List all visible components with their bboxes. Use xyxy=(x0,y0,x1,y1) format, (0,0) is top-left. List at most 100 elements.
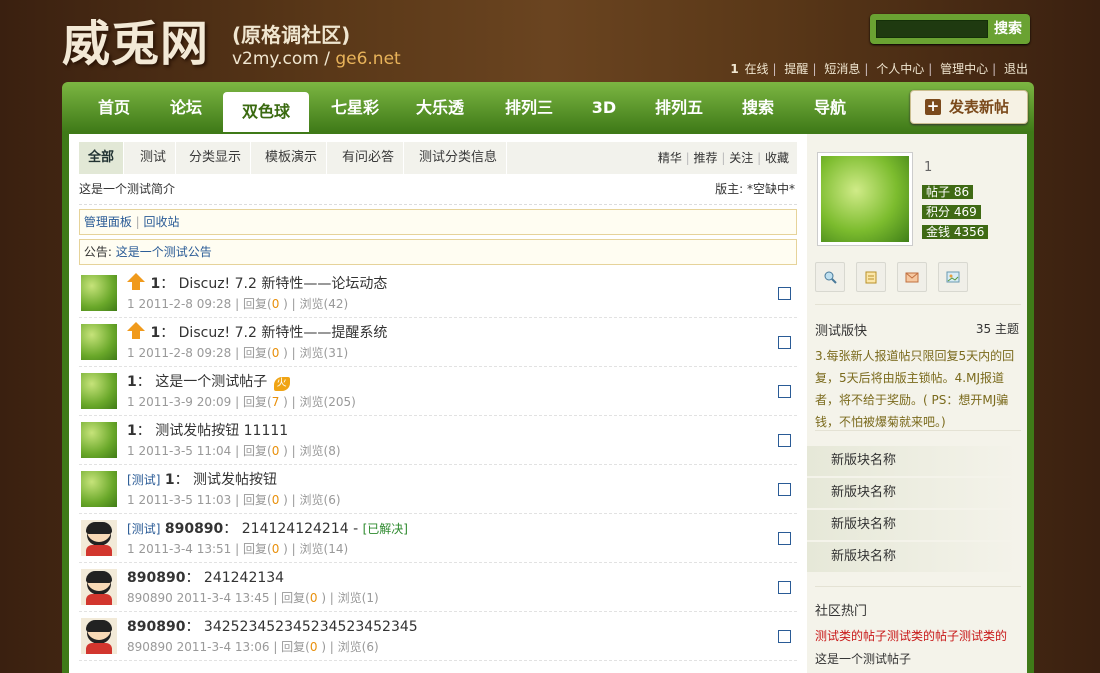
view-label: 浏览( xyxy=(299,444,329,458)
messages-link[interactable]: 短消息 xyxy=(824,62,860,76)
message-button[interactable] xyxy=(897,262,927,292)
thread-title[interactable]: 这是一个测试帖子 xyxy=(155,374,267,390)
hot-item[interactable]: 测试类的帖子测试类的帖子测试类的 xyxy=(815,627,1021,644)
nav-item-qixingcai[interactable]: 七星彩 xyxy=(320,82,390,132)
avatar[interactable] xyxy=(81,275,117,311)
filter-recommend[interactable]: 推荐 xyxy=(694,151,718,165)
thread-checkbox[interactable] xyxy=(778,483,791,496)
thread-title[interactable]: 214124124214 xyxy=(242,521,349,537)
forum-description-text: 这是一个测试简介 xyxy=(79,182,176,196)
nav-item-guide[interactable]: 导航 xyxy=(804,82,856,132)
filter-follow[interactable]: 关注 xyxy=(729,151,753,165)
nav-item-forum[interactable]: 论坛 xyxy=(156,82,216,132)
forum-description: 这是一个测试简介 版主: *空缺中* xyxy=(79,180,797,205)
nav-item-3d[interactable]: 3D xyxy=(584,82,624,132)
thread-checkbox[interactable] xyxy=(778,581,791,594)
admin-bar: 管理面板 | 回收站 xyxy=(79,209,797,235)
announcement-link[interactable]: 这是一个测试公告 xyxy=(116,245,212,259)
avatar[interactable] xyxy=(81,422,117,458)
online-count: 1 xyxy=(730,62,739,76)
search-input[interactable] xyxy=(876,20,988,38)
thread-author[interactable]: 1 xyxy=(127,423,137,439)
thread-tag[interactable]: 测试 xyxy=(132,522,156,536)
subtab-test[interactable]: 测试 xyxy=(131,142,177,174)
nav-item-home[interactable]: 首页 xyxy=(84,82,144,132)
thread-author[interactable]: 1 xyxy=(165,472,175,488)
side-nav-item[interactable]: 新版块名称 xyxy=(807,542,1019,572)
nav-item-pailiesan[interactable]: 排列三 xyxy=(494,82,564,132)
filter-digest[interactable]: 精华 xyxy=(658,151,682,165)
nav-item-shuangseqiu[interactable]: 双色球 xyxy=(223,92,309,132)
pinned-icon xyxy=(127,322,145,339)
thread-row: 1： Discuz! 7.2 新特性——提醒系统 1 2011-2-8 09:2… xyxy=(79,318,797,367)
logout-link[interactable]: 退出 xyxy=(1004,62,1028,76)
filter-favorite[interactable]: 收藏 xyxy=(765,151,789,165)
thread-checkbox[interactable] xyxy=(778,434,791,447)
thread-meta: 890890 2011-3-4 13:06 | 回复(0 ) | 浏览(6) xyxy=(127,640,379,654)
thread-checkbox[interactable] xyxy=(778,385,791,398)
subtab-all[interactable]: 全部 xyxy=(79,142,125,174)
nav-item-pailiewu[interactable]: 排列五 xyxy=(644,82,714,132)
thread-checkbox[interactable] xyxy=(778,287,791,300)
forum-info: 测试版快 35 主题 3.每张新人报道帖只限回复5天内的回复，5天后将由版主锁帖… xyxy=(815,320,1021,433)
thread-title-line: 1： Discuz! 7.2 新特性——论坛动态 xyxy=(127,273,387,293)
thread-title[interactable]: 测试发帖按钮 xyxy=(193,472,277,488)
avatar[interactable] xyxy=(81,324,117,360)
thread-author[interactable]: 1 xyxy=(127,374,137,390)
search-user-button[interactable] xyxy=(815,262,845,292)
new-post-button[interactable]: + 发表新帖 xyxy=(910,90,1028,124)
side-nav-item[interactable]: 新版块名称 xyxy=(807,446,1019,476)
side-nav-item[interactable]: 新版块名称 xyxy=(807,478,1019,508)
site-logo[interactable]: 威兎网 (原格调社区) v2my.com / ge6.net xyxy=(62,14,402,74)
view-count: 14 xyxy=(328,542,344,556)
stat-posts: 帖子 86 xyxy=(922,185,974,199)
thread-title[interactable]: 342523452345234523452345 xyxy=(204,619,418,635)
photo-button[interactable] xyxy=(938,262,968,292)
view-label: 浏览( xyxy=(299,493,329,507)
recycle-bin-link[interactable]: 回收站 xyxy=(144,215,180,229)
thread-meta: 1 2011-3-5 11:04 | 回复(0 ) | 浏览(8) xyxy=(127,444,341,458)
side-nav-item[interactable]: 新版块名称 xyxy=(807,510,1019,540)
thread-author[interactable]: 890890 xyxy=(127,570,185,586)
thread-author[interactable]: 890890 xyxy=(165,521,223,537)
subtab-qa[interactable]: 有问必答 xyxy=(333,142,405,174)
thread-title[interactable]: 241242134 xyxy=(204,570,284,586)
subtab-template[interactable]: 模板演示 xyxy=(256,142,328,174)
remind-link[interactable]: 提醒 xyxy=(784,62,808,76)
subtab-test-info[interactable]: 测试分类信息 xyxy=(410,142,508,174)
thread-checkbox[interactable] xyxy=(778,336,791,349)
profile-avatar[interactable] xyxy=(817,152,913,246)
thread-title-line: [测试] 890890： 214124124214 - [已解决] xyxy=(127,521,408,537)
nav-item-search[interactable]: 搜索 xyxy=(732,82,784,132)
thread-author[interactable]: 1 xyxy=(150,276,160,292)
reply-count: 0 xyxy=(271,444,280,458)
profile-name[interactable]: 1 xyxy=(924,160,932,175)
avatar[interactable] xyxy=(81,373,117,409)
admin-link[interactable]: 管理中心 xyxy=(940,62,988,76)
nav-item-daletou[interactable]: 大乐透 xyxy=(405,82,475,132)
avatar[interactable] xyxy=(81,618,117,654)
avatar[interactable] xyxy=(81,569,117,605)
thread-date: 890890 2011-3-4 13:06 xyxy=(127,640,270,654)
thread-title[interactable]: 测试发帖按钮 11111 xyxy=(155,423,288,439)
notepad-button[interactable] xyxy=(856,262,886,292)
thread-checkbox[interactable] xyxy=(778,532,791,545)
new-post-label: 发表新帖 xyxy=(949,98,1010,116)
reply-count: 7 xyxy=(271,395,280,409)
avatar[interactable] xyxy=(81,471,117,507)
hot-item[interactable]: 这是一个测试帖子 xyxy=(815,650,1021,667)
thread-row: 1： 测试发帖按钮 11111 1 2011-3-5 11:04 | 回复(0 … xyxy=(79,416,797,465)
thread-date: 1 2011-3-4 13:51 xyxy=(127,542,232,556)
thread-title[interactable]: Discuz! 7.2 新特性——论坛动态 xyxy=(179,276,388,292)
subtab-category[interactable]: 分类显示 xyxy=(180,142,252,174)
thread-checkbox[interactable] xyxy=(778,630,791,643)
search-button[interactable]: 搜索 xyxy=(988,16,1028,42)
thread-author[interactable]: 1 xyxy=(150,325,160,341)
admin-panel-link[interactable]: 管理面板 xyxy=(84,215,132,229)
profile-link[interactable]: 个人中心 xyxy=(876,62,924,76)
avatar[interactable] xyxy=(81,520,117,556)
online-link[interactable]: 在线 xyxy=(745,62,769,76)
thread-author[interactable]: 890890 xyxy=(127,619,185,635)
thread-title[interactable]: Discuz! 7.2 新特性——提醒系统 xyxy=(179,325,388,341)
thread-tag[interactable]: 测试 xyxy=(132,473,156,487)
